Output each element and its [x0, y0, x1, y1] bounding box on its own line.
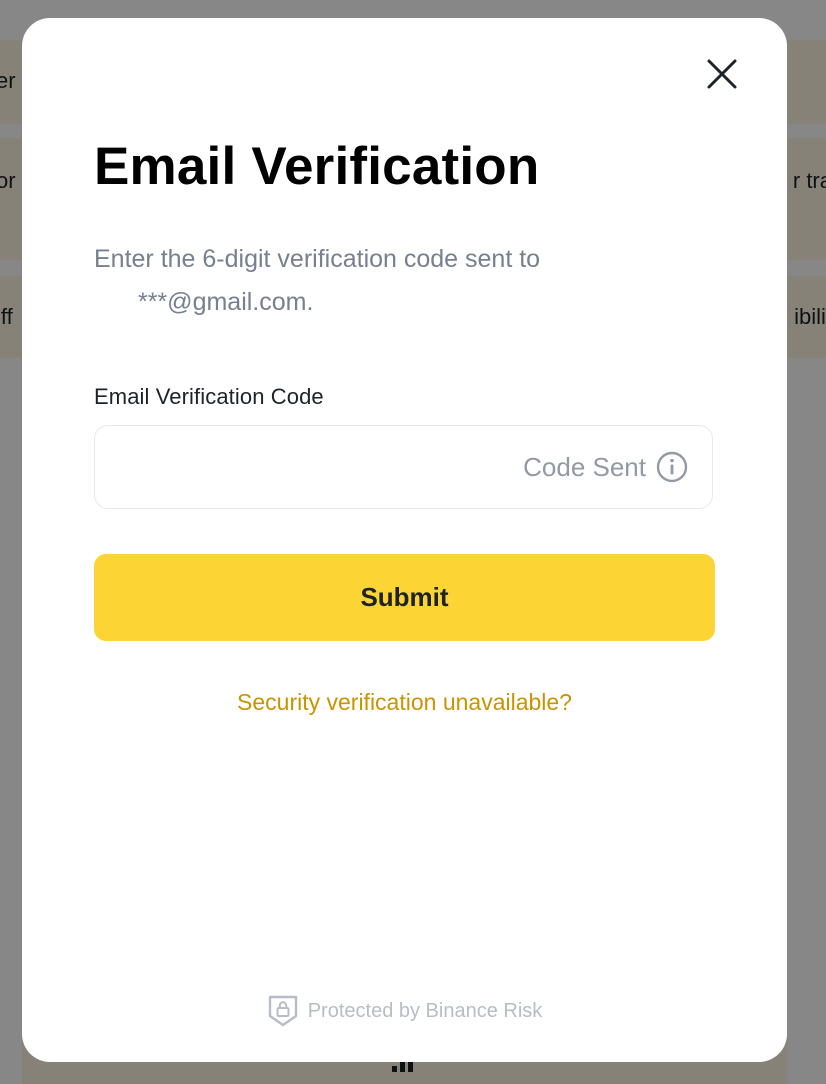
protected-by-footer: Protected by Binance Risk: [22, 994, 787, 1028]
protected-by-text: Protected by Binance Risk: [307, 999, 543, 1022]
email-verification-dialog: Email Verification Enter the 6-digit ver…: [22, 18, 787, 1062]
close-button[interactable]: [704, 56, 740, 92]
security-verification-unavailable-link[interactable]: Security verification unavailable?: [94, 689, 715, 716]
submit-button[interactable]: Submit: [94, 554, 715, 641]
code-sent-status: Code Sent: [523, 451, 646, 482]
verification-code-input[interactable]: [95, 426, 524, 508]
dialog-description: Enter the 6-digit verification code sent…: [94, 238, 694, 324]
close-icon: [707, 59, 737, 89]
info-icon[interactable]: [656, 451, 688, 483]
dialog-title: Email Verification: [94, 137, 540, 196]
description-text: Enter the 6-digit verification code sent…: [94, 245, 541, 273]
code-field-label: Email Verification Code: [94, 384, 324, 409]
masked-email: ***@gmail.com.: [138, 288, 314, 316]
shield-lock-icon: [267, 994, 299, 1028]
code-field-container: Code Sent: [94, 425, 713, 509]
